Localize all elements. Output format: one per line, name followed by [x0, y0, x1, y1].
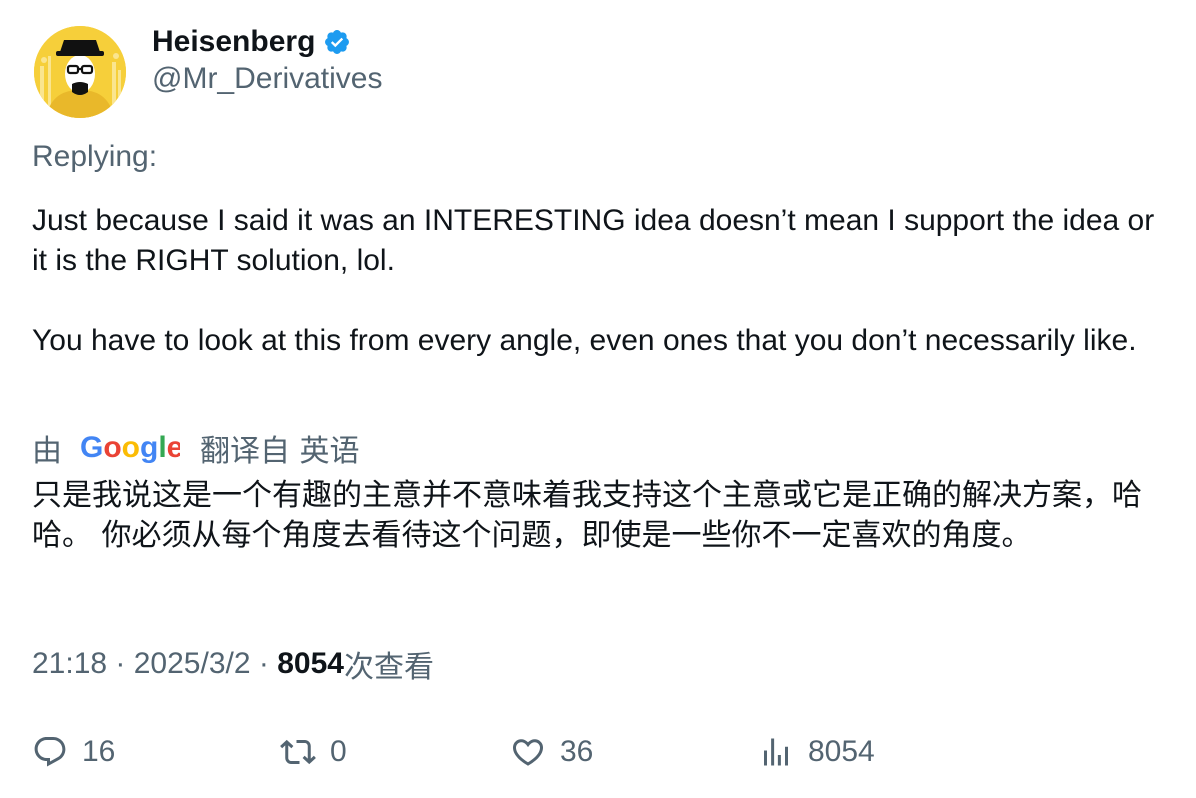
tweet-paragraph: Just because I said it was an INTERESTIN… [32, 204, 1155, 277]
translation-suffix: 翻译自 英语 [200, 434, 360, 469]
views-button[interactable]: 8054 [758, 730, 875, 774]
views-count: 8054 [277, 647, 344, 680]
views-label: 次查看 [343, 650, 434, 685]
tweet-meta: 21:18 · 2025/3/2 · 8054 次查看 [32, 644, 434, 685]
verified-badge-icon [325, 30, 350, 54]
retweet-button[interactable]: 0 [280, 730, 347, 774]
translated-text: 只是我说这是一个有趣的主意并不意味着我支持这个主意或它是正确的解决方案，哈哈。 … [32, 478, 1142, 553]
reply-icon [34, 737, 66, 767]
reply-count: 16 [82, 735, 116, 768]
author-avatar[interactable] [34, 26, 126, 118]
tweet-date[interactable]: 2025/3/2 [134, 647, 251, 681]
tweet-paragraph: You have to look at this from every angl… [32, 324, 1137, 357]
heart-icon [512, 739, 544, 766]
translation-prefix: 由 [32, 434, 62, 469]
author-display-name[interactable]: Heisenberg [152, 25, 315, 59]
translation-attribution: 由 Google 翻译自 英语 [32, 428, 360, 469]
svg-text:Google: Google [80, 431, 180, 464]
replying-label: Replying: [32, 140, 158, 173]
author-name-row[interactable]: Heisenberg [152, 22, 351, 62]
google-logo-icon: Google [80, 431, 180, 464]
meta-separator: · [250, 647, 278, 680]
like-count: 36 [560, 735, 594, 768]
views-chart-icon [764, 738, 788, 766]
action-bar: 16 0 36 8054 [0, 730, 1196, 774]
meta-separator: · [107, 647, 134, 680]
heisenberg-avatar-icon [34, 26, 126, 118]
tweet-time[interactable]: 21:18 [32, 647, 107, 681]
views-action-count: 8054 [808, 735, 875, 768]
tweet-text: Just because I said it was an INTERESTIN… [32, 201, 1172, 361]
retweet-icon [280, 739, 316, 765]
reply-button[interactable]: 16 [32, 730, 115, 774]
like-button[interactable]: 36 [510, 730, 593, 774]
author-handle[interactable]: @Mr_Derivatives [152, 62, 383, 96]
retweet-count: 0 [330, 735, 347, 768]
